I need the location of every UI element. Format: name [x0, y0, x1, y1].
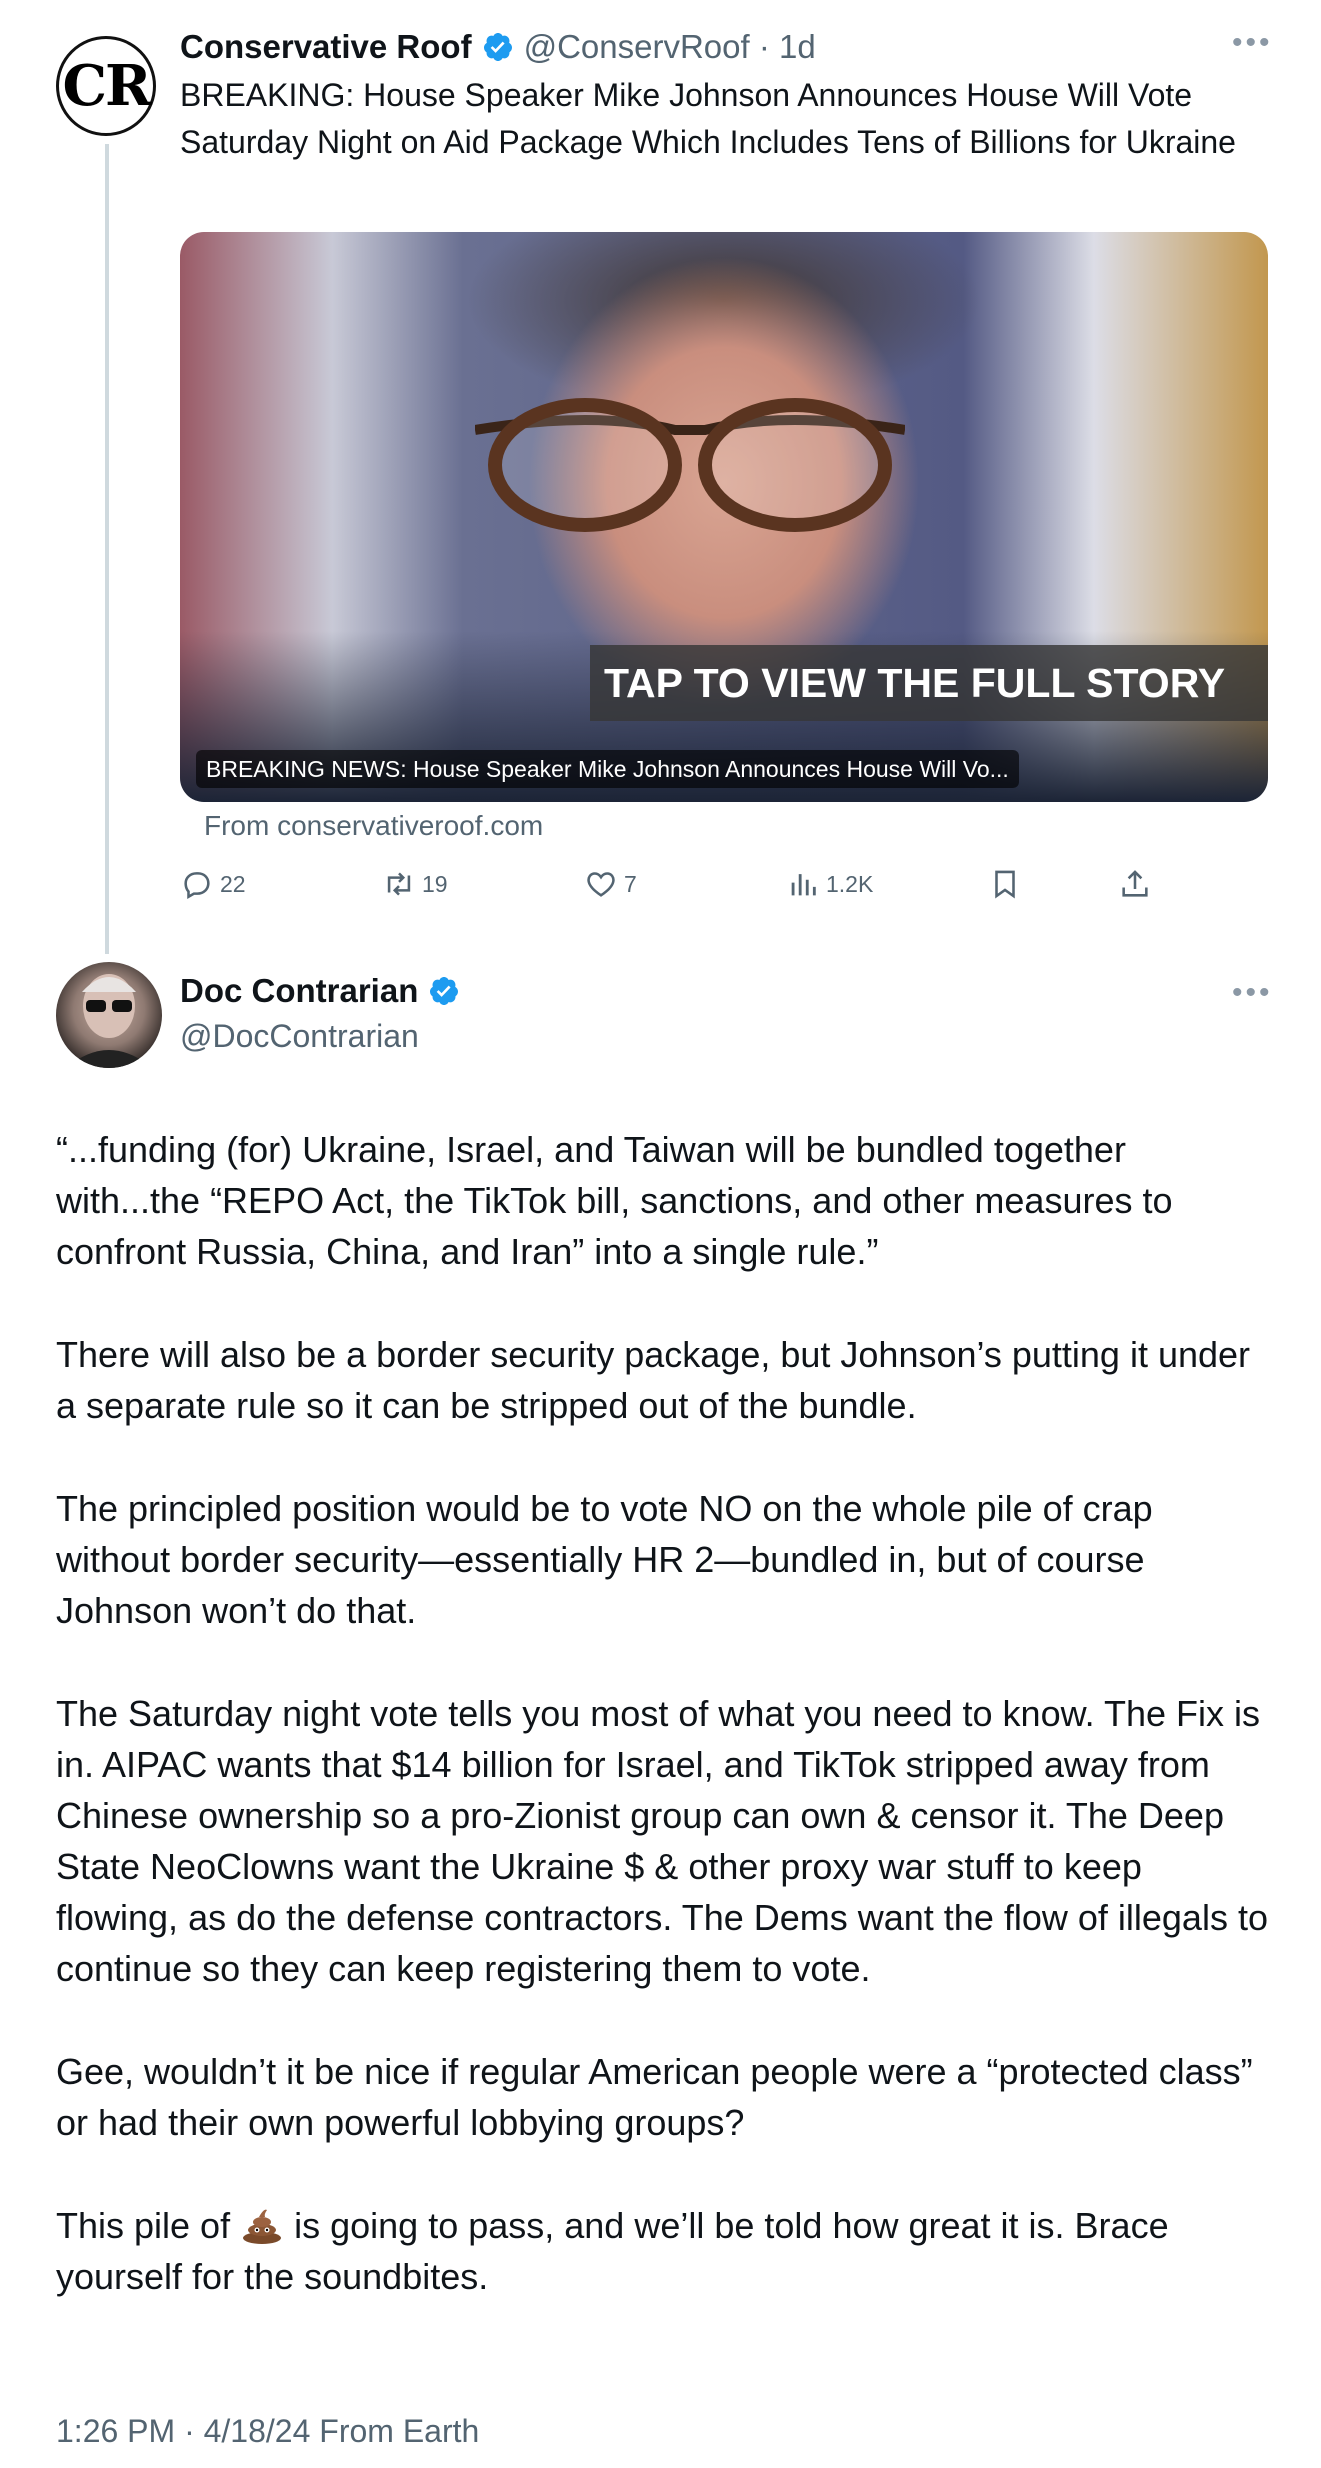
author-handle-and-time[interactable]: @ConservRoof · 1d: [524, 28, 816, 66]
tweet-paragraph: The principled position would be to vote…: [56, 1488, 1153, 1631]
repost-icon: [387, 872, 411, 896]
bookmark-button[interactable]: [988, 862, 1022, 906]
paragraph-text-before: This pile of: [56, 2205, 231, 2246]
heart-icon: [587, 872, 615, 897]
tweet-paragraph: There will also be a border security pac…: [56, 1334, 1251, 1426]
tweet-paragraph-last: This pile of is going to pass, and we’ll…: [56, 2200, 1271, 2302]
reply-count: 22: [220, 870, 246, 897]
tweet-text: BREAKING: House Speaker Mike Johnson Ann…: [180, 77, 1236, 160]
avatar-initials: CR: [62, 53, 151, 119]
like-button[interactable]: 7: [584, 862, 637, 906]
thread-connector-line: [105, 144, 109, 954]
person-glasses-graphic: [475, 398, 905, 532]
verified-badge-icon: [430, 977, 459, 1005]
avatar[interactable]: CR: [56, 36, 156, 136]
avatar[interactable]: [56, 962, 162, 1068]
reply-button[interactable]: 22: [180, 862, 246, 906]
avatar-portrait-graphic: [66, 974, 152, 1068]
author-name[interactable]: Conservative Roof: [180, 28, 472, 66]
card-source-link[interactable]: From conservativeroof.com: [204, 810, 543, 842]
like-count: 7: [624, 870, 637, 897]
repost-count: 19: [422, 870, 448, 897]
verified-badge-icon: [483, 33, 512, 61]
tweet-paragraph: Gee, wouldn’t it be nice if regular Amer…: [56, 2051, 1253, 2143]
views-count: 1.2K: [826, 870, 874, 897]
parent-tweet-header: Conservative Roof @ConservRoof · 1d: [180, 24, 816, 70]
author-name[interactable]: Doc Contrarian: [180, 972, 418, 1010]
tweet-actions: 22 19 7 1.2K: [180, 862, 1160, 906]
tweet-paragraph: The Saturday night vote tells you most o…: [56, 1693, 1268, 1989]
views-button[interactable]: 1.2K: [786, 862, 873, 906]
author-name-row: Doc Contrarian: [180, 972, 460, 1010]
tweet-body: “...funding (for) Ukraine, Israel, and T…: [56, 1124, 1271, 2354]
reply-icon: [184, 872, 210, 899]
share-button[interactable]: [1118, 862, 1152, 906]
repost-button[interactable]: 19: [382, 862, 448, 906]
more-options-icon[interactable]: •••: [1232, 26, 1273, 60]
card-banner[interactable]: TAP TO VIEW THE FULL STORY: [590, 645, 1268, 721]
views-chart-icon: [791, 874, 816, 896]
share-icon: [1122, 870, 1148, 897]
tweet-timestamp[interactable]: 1:26 PM · 4/18/24 From Earth: [56, 2413, 479, 2450]
bookmark-icon: [995, 870, 1015, 899]
more-options-icon[interactable]: •••: [1232, 976, 1273, 1010]
author-handle[interactable]: @DocContrarian: [180, 1018, 419, 1055]
poop-emoji-icon: [243, 2209, 282, 2244]
card-caption[interactable]: BREAKING NEWS: House Speaker Mike Johnso…: [196, 750, 1019, 788]
tweet-paragraph: “...funding (for) Ukraine, Israel, and T…: [56, 1129, 1173, 1272]
